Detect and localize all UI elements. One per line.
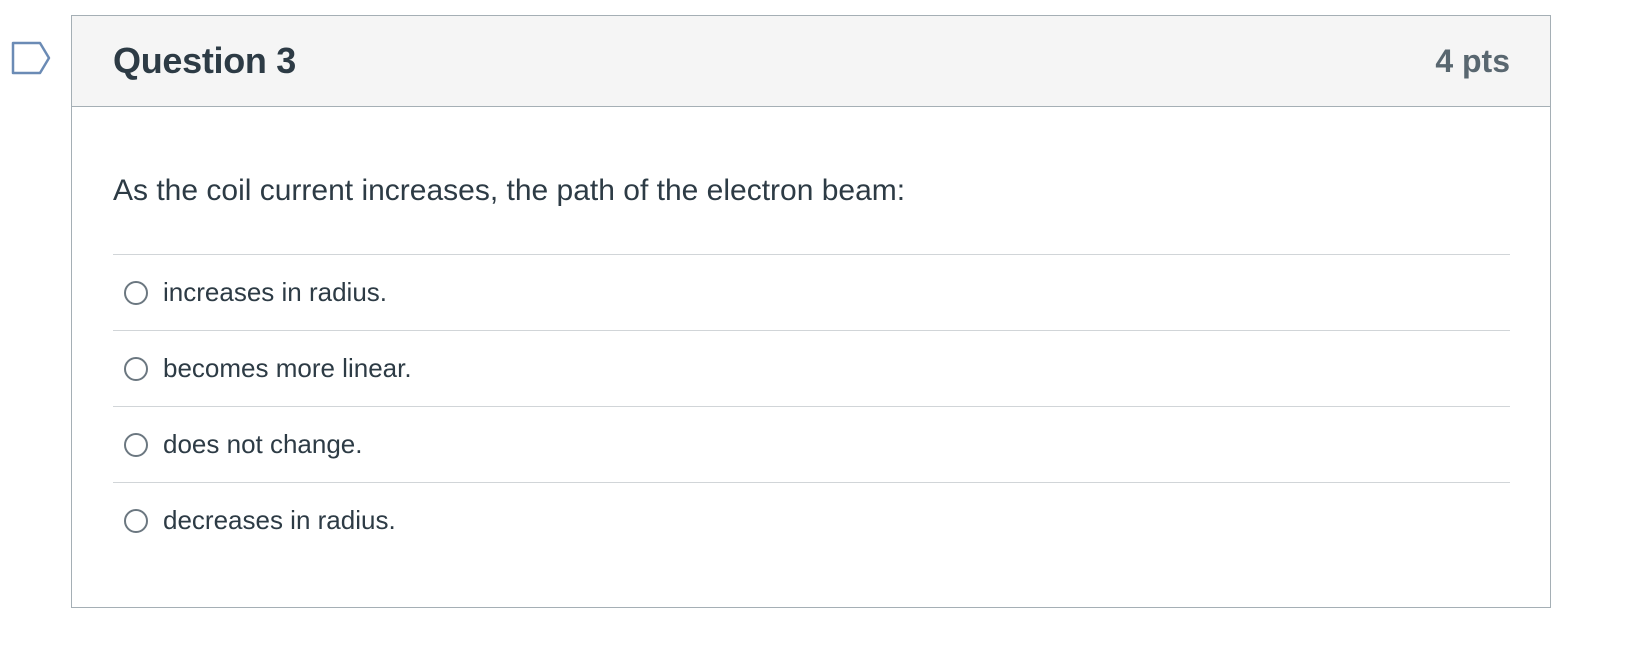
radio-button[interactable] xyxy=(124,508,148,533)
question-body: As the coil current increases, the path … xyxy=(72,169,1550,558)
answer-option[interactable]: does not change. xyxy=(113,406,1510,482)
answer-list: increases in radius. becomes more linear… xyxy=(113,254,1510,558)
question-title: Question 3 xyxy=(113,40,297,81)
radio-button[interactable] xyxy=(124,432,148,457)
answer-label: does not change. xyxy=(163,429,363,459)
flag-outline-icon xyxy=(11,41,51,75)
answer-option[interactable]: becomes more linear. xyxy=(113,330,1510,406)
question-header: Question 3 4 pts xyxy=(72,16,1550,107)
radio-button[interactable] xyxy=(124,356,148,381)
radio-button[interactable] xyxy=(124,280,148,305)
answer-option[interactable]: increases in radius. xyxy=(113,254,1510,330)
question-points: 4 pts xyxy=(1435,42,1510,79)
question-text: As the coil current increases, the path … xyxy=(113,174,906,207)
answer-label: increases in radius. xyxy=(163,277,387,307)
flag-question-icon[interactable] xyxy=(10,40,54,76)
answer-label: becomes more linear. xyxy=(163,353,412,383)
answer-label: decreases in radius. xyxy=(163,505,396,535)
question-card: Question 3 4 pts As the coil current inc… xyxy=(71,15,1551,608)
answer-option[interactable]: decreases in radius. xyxy=(113,482,1510,558)
